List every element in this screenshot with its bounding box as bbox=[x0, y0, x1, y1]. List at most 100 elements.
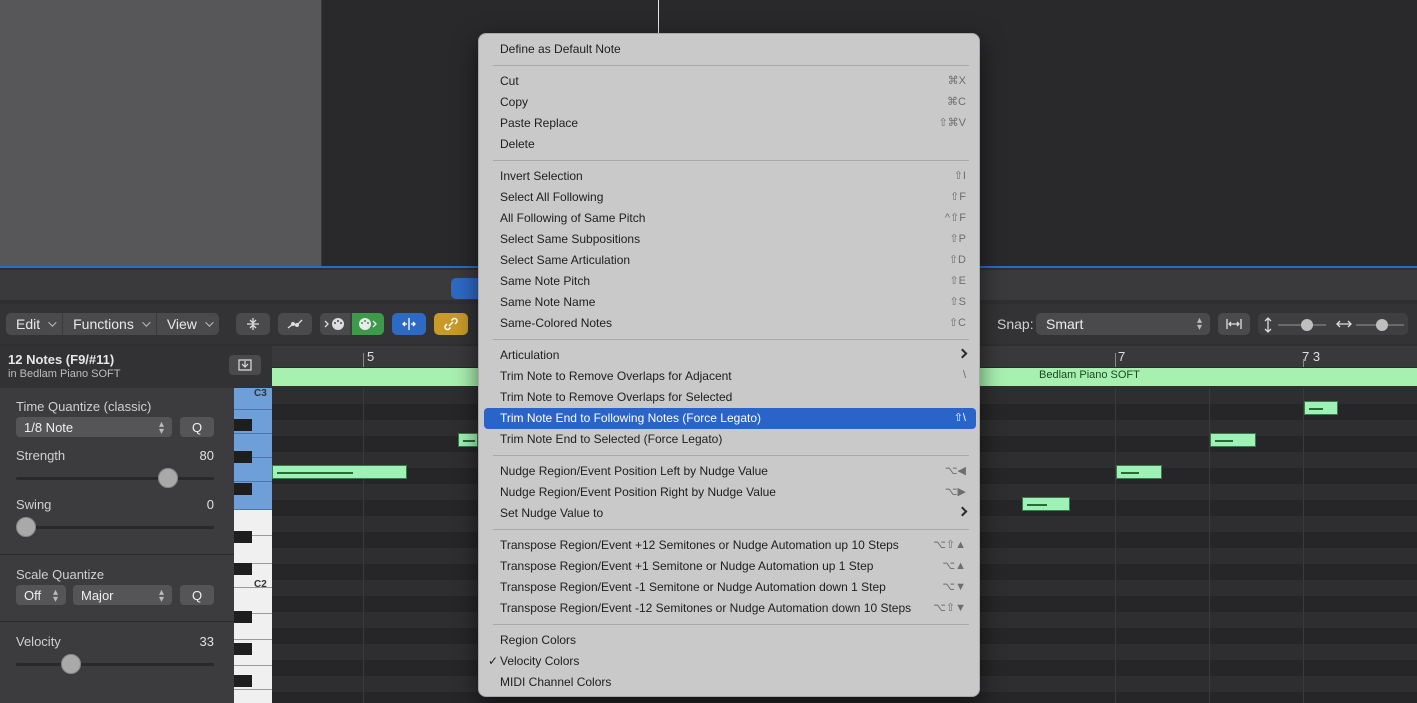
midi-in-out-buttons bbox=[320, 313, 384, 335]
menu-item-label: Trim Note to Remove Overlaps for Adjacen… bbox=[500, 369, 732, 383]
menu-item-label: Same Note Name bbox=[500, 295, 596, 309]
inspector-header: 12 Notes (F9/#11) in Bedlam Piano SOFT bbox=[0, 346, 272, 388]
menu-item-label: Transpose Region/Event -12 Semitones or … bbox=[500, 601, 912, 615]
menu-item-label: Region Colors bbox=[500, 633, 577, 647]
functions-menu-button[interactable]: Functions bbox=[63, 313, 157, 335]
menu-item-paste-replace[interactable]: Paste Replace ⇧⌘V bbox=[484, 113, 976, 134]
updown-chevron-icon: ▴ ▾ bbox=[158, 419, 164, 437]
menu-item-delete[interactable]: Delete bbox=[484, 134, 976, 155]
menu-item-select-same-subpositions[interactable]: Select Same Subpositions ⇧P bbox=[484, 229, 976, 250]
menu-item-velocity-colors[interactable]: ✓ Velocity Colors bbox=[484, 651, 976, 672]
velocity-line bbox=[1027, 504, 1047, 506]
scale-quantize-q-button[interactable]: Q bbox=[180, 585, 214, 605]
black-key[interactable] bbox=[234, 611, 252, 623]
local-menu-group: Edit Functions View bbox=[6, 313, 219, 335]
midi-note[interactable] bbox=[1210, 433, 1256, 447]
menu-item-region-colors[interactable]: Region Colors bbox=[484, 630, 976, 651]
menu-item-trim-overlaps-adjacent[interactable]: Trim Note to Remove Overlaps for Adjacen… bbox=[484, 366, 976, 387]
black-key[interactable] bbox=[234, 675, 252, 687]
menu-item-transpose-down-1[interactable]: Transpose Region/Event -1 Semitone or Nu… bbox=[484, 577, 976, 598]
menu-item-nudge-right[interactable]: Nudge Region/Event Position Right by Nud… bbox=[484, 482, 976, 503]
midi-in-icon bbox=[324, 318, 344, 330]
ruler-bar-7-3: 7 3 bbox=[1302, 349, 1321, 364]
menu-item-set-nudge-value[interactable]: Set Nudge Value to bbox=[484, 503, 976, 524]
strength-value: 80 bbox=[199, 448, 214, 463]
piano-keyboard[interactable]: C3 C2 bbox=[234, 388, 272, 703]
automation-button[interactable] bbox=[278, 313, 312, 335]
menu-item-cut[interactable]: Cut ⌘X bbox=[484, 71, 976, 92]
catch-button[interactable] bbox=[392, 313, 426, 335]
velocity-slider-knob[interactable] bbox=[61, 654, 81, 674]
menu-item-trim-overlaps-selected[interactable]: Trim Note to Remove Overlaps for Selecte… bbox=[484, 387, 976, 408]
midi-note[interactable] bbox=[458, 433, 478, 447]
time-quantize-q-button[interactable]: Q bbox=[180, 417, 214, 437]
playhead[interactable] bbox=[658, 0, 659, 34]
edit-menu-button[interactable]: Edit bbox=[6, 313, 64, 335]
midi-note[interactable] bbox=[1022, 497, 1070, 511]
black-key[interactable] bbox=[234, 563, 252, 575]
view-menu-button[interactable]: View bbox=[157, 313, 219, 335]
menu-separator bbox=[493, 455, 969, 456]
black-key[interactable] bbox=[234, 531, 252, 543]
menu-item-shortcut: ⇧F bbox=[950, 191, 966, 203]
fit-button[interactable] bbox=[1218, 313, 1250, 335]
piano-key[interactable] bbox=[234, 690, 272, 703]
black-key[interactable] bbox=[234, 451, 252, 463]
automation-curve-icon bbox=[287, 319, 303, 329]
menu-item-trim-end-selected-legato[interactable]: Trim Note End to Selected (Force Legato) bbox=[484, 429, 976, 450]
menu-item-label: Transpose Region/Event +12 Semitones or … bbox=[500, 538, 899, 552]
strength-slider-knob[interactable] bbox=[158, 468, 178, 488]
menu-item-trim-end-following-legato[interactable]: Trim Note End to Following Notes (Force … bbox=[484, 408, 976, 429]
velocity-line bbox=[1121, 472, 1139, 474]
midi-in-button[interactable] bbox=[320, 313, 350, 335]
selection-subtitle: in Bedlam Piano SOFT bbox=[8, 368, 121, 380]
menu-item-define-default-note[interactable]: Define as Default Note bbox=[484, 39, 976, 60]
velocity-slider[interactable] bbox=[16, 663, 214, 666]
menu-item-transpose-down-12[interactable]: Transpose Region/Event -12 Semitones or … bbox=[484, 598, 976, 619]
snap-label: Snap: bbox=[997, 316, 1034, 332]
menu-item-transpose-up-1[interactable]: Transpose Region/Event +1 Semitone or Nu… bbox=[484, 556, 976, 577]
collapse-button[interactable] bbox=[236, 313, 270, 335]
menu-item-invert-selection[interactable]: Invert Selection ⇧I bbox=[484, 166, 976, 187]
menu-item-select-same-articulation[interactable]: Select Same Articulation ⇧D bbox=[484, 250, 976, 271]
midi-note[interactable] bbox=[1116, 465, 1162, 479]
swing-slider-knob[interactable] bbox=[16, 517, 36, 537]
menu-item-select-all-following[interactable]: Select All Following ⇧F bbox=[484, 187, 976, 208]
menu-item-articulation[interactable]: Articulation bbox=[484, 345, 976, 366]
selection-title: 12 Notes (F9/#11) bbox=[8, 352, 115, 367]
midi-out-button[interactable] bbox=[352, 313, 384, 335]
vertical-zoom-knob[interactable] bbox=[1301, 319, 1313, 331]
link-button[interactable] bbox=[434, 313, 468, 335]
snap-select[interactable]: Smart ▴ ▾ bbox=[1036, 313, 1210, 335]
black-key[interactable] bbox=[234, 419, 252, 431]
time-quantize-label: Time Quantize (classic) bbox=[16, 399, 152, 414]
menu-item-nudge-left[interactable]: Nudge Region/Event Position Left by Nudg… bbox=[484, 461, 976, 482]
midi-out-icon bbox=[359, 318, 377, 330]
menu-item-same-note-pitch[interactable]: Same Note Pitch ⇧E bbox=[484, 271, 976, 292]
strength-slider[interactable] bbox=[16, 477, 214, 480]
scale-quantize-off-select[interactable]: Off ▴ ▾ bbox=[16, 585, 66, 605]
swing-value: 0 bbox=[206, 497, 214, 512]
menu-item-transpose-up-12[interactable]: Transpose Region/Event +12 Semitones or … bbox=[484, 535, 976, 556]
menu-item-shortcut: ⇧E bbox=[949, 275, 966, 287]
menu-item-label: MIDI Channel Colors bbox=[500, 675, 612, 689]
inspector-collapse-button[interactable] bbox=[229, 355, 261, 375]
swing-slider[interactable] bbox=[16, 526, 214, 529]
scale-mode-select[interactable]: Major ▴ ▾ bbox=[73, 585, 172, 605]
menu-separator bbox=[493, 160, 969, 161]
midi-note[interactable] bbox=[272, 465, 407, 479]
menu-item-same-colored-notes[interactable]: Same-Colored Notes ⇧C bbox=[484, 313, 976, 334]
menu-item-midi-channel-colors[interactable]: MIDI Channel Colors bbox=[484, 672, 976, 693]
velocity-label: Velocity bbox=[16, 634, 61, 649]
menu-item-shortcut: ⇧P bbox=[949, 233, 966, 245]
menu-item-all-following-same-pitch[interactable]: All Following of Same Pitch ^⇧F bbox=[484, 208, 976, 229]
black-key[interactable] bbox=[234, 643, 252, 655]
c2-label: C2 bbox=[254, 579, 267, 590]
horizontal-zoom-knob[interactable] bbox=[1376, 319, 1388, 331]
midi-note[interactable] bbox=[1304, 401, 1338, 415]
menu-item-label: Articulation bbox=[500, 348, 560, 362]
time-quantize-select[interactable]: 1/8 Note ▴ ▾ bbox=[16, 417, 172, 437]
black-key[interactable] bbox=[234, 483, 252, 495]
menu-item-copy[interactable]: Copy ⌘C bbox=[484, 92, 976, 113]
menu-item-same-note-name[interactable]: Same Note Name ⇧S bbox=[484, 292, 976, 313]
